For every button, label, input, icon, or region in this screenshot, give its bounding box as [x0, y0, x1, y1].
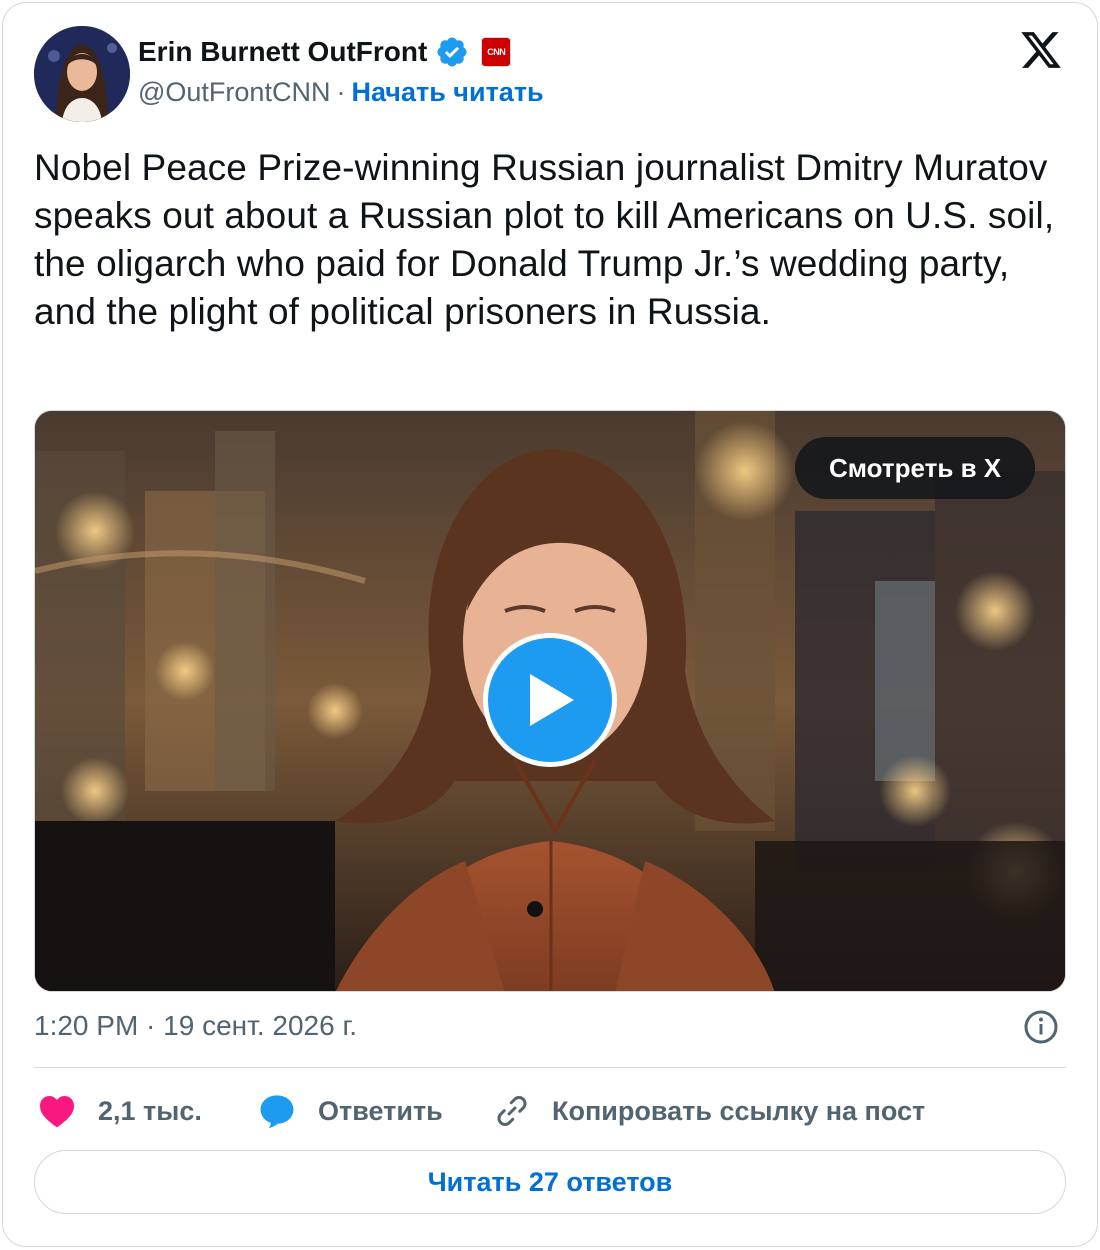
heart-icon — [40, 1096, 74, 1128]
avatar[interactable] — [34, 26, 130, 122]
info-icon[interactable] — [1023, 1009, 1059, 1045]
play-button[interactable] — [483, 633, 617, 767]
watch-on-x-button[interactable]: Смотреть в X — [795, 437, 1036, 499]
cnn-affiliate-icon[interactable]: CNN — [481, 37, 512, 67]
verified-badge-icon — [435, 35, 469, 69]
post-timestamp[interactable]: 1:20 PM · 19 сент. 2026 г. — [34, 1008, 357, 1044]
like-count: 2,1 тыс. — [98, 1095, 202, 1126]
handle-row: @OutFrontCNN · Начать читать — [138, 74, 544, 110]
copy-link-label: Копировать ссылку на пост — [552, 1095, 926, 1126]
reply-button[interactable]: Ответить — [258, 1090, 443, 1132]
follow-link[interactable]: Начать читать — [351, 77, 543, 107]
x-logo-icon[interactable] — [1018, 28, 1064, 72]
divider — [34, 1067, 1066, 1068]
video-player[interactable]: Смотреть в X — [34, 410, 1066, 992]
like-button[interactable]: 2,1 тыс. — [38, 1090, 202, 1132]
display-name[interactable]: Erin Burnett OutFront — [138, 34, 427, 70]
separator: · — [336, 77, 346, 107]
play-icon — [530, 674, 574, 726]
handle[interactable]: @OutFrontCNN — [138, 77, 330, 107]
tweet-text: Nobel Peace Prize-winning Russian journa… — [34, 147, 1055, 332]
read-replies-button[interactable]: Читать 27 ответов — [34, 1150, 1066, 1214]
link-icon — [497, 1096, 527, 1126]
reply-bubble-icon — [260, 1095, 294, 1129]
copy-link-button[interactable]: Копировать ссылку на пост — [494, 1090, 925, 1132]
reply-label: Ответить — [318, 1095, 443, 1126]
author-name-row: Erin Burnett OutFront CNN — [138, 34, 512, 70]
